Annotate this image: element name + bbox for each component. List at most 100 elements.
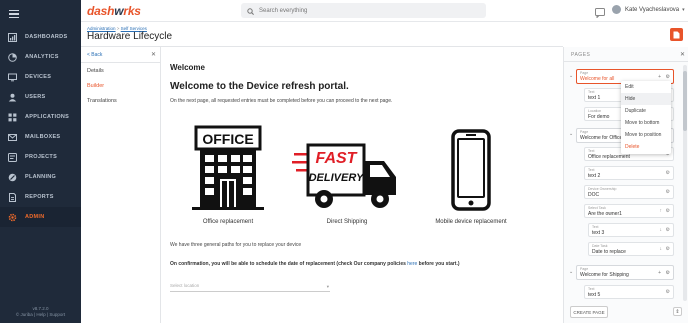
gear-icon[interactable]: ⚙ <box>666 270 670 276</box>
menu-item-hide[interactable]: Hide <box>621 93 671 105</box>
menu-item-move-position[interactable]: Move to position <box>621 129 671 141</box>
nav-item-planning[interactable]: PLANNING <box>0 167 81 187</box>
office-sign-text: OFFICE <box>202 131 253 147</box>
nav-footer: v8.7.2.0 © Juriba | Help | Support <box>0 306 81 318</box>
field-value: For demo <box>588 114 610 120</box>
arrow-down-icon[interactable]: ↓ <box>660 227 663 233</box>
nav-label: PROJECTS <box>25 154 58 160</box>
close-icon[interactable]: ✕ <box>680 51 685 58</box>
planning-icon <box>8 173 17 182</box>
subnav-item-translations[interactable]: Translations <box>87 98 117 104</box>
dashworks-logo[interactable]: dashwrks <box>87 4 141 18</box>
panel-title: PAGES <box>571 52 591 58</box>
field-text[interactable]: Text text 2 ⚙ <box>584 166 674 180</box>
gear-icon[interactable]: ⚙ <box>666 208 670 214</box>
chevron-down-icon: ▾ <box>326 284 329 289</box>
delivery-truck-icon: FAST DELIVERY <box>292 143 396 208</box>
subnav-item-builder[interactable]: Builder <box>87 83 104 89</box>
scrollbar-thumb[interactable] <box>683 71 687 131</box>
page-item-welcome-shipping[interactable]: Page Welcome for Shipping + ⚙ <box>576 265 674 280</box>
field-label: Text <box>592 225 599 229</box>
arrow-up-icon[interactable]: ↑ <box>660 208 663 214</box>
arrow-down-icon[interactable]: ↓ <box>660 246 663 252</box>
main-nav: DASHBOARDS ANALYTICS DEVICES USERS APPLI… <box>0 0 81 323</box>
mobile-card: Mobile device replacement <box>416 125 526 225</box>
nav-item-analytics[interactable]: ANALYTICS <box>0 47 81 67</box>
add-icon[interactable]: + <box>658 270 661 276</box>
chevron-down-icon[interactable]: ⌄ <box>569 73 573 79</box>
menu-item-edit[interactable]: Edit <box>621 81 671 93</box>
confirmation-bold: On confirmation, you will be able to sch… <box>170 261 408 267</box>
search-placeholder: Search everything <box>259 7 308 14</box>
footer-links[interactable]: © Juriba | Help | Support <box>0 312 81 318</box>
gear-icon[interactable]: ⚙ <box>666 227 670 233</box>
gear-icon[interactable]: ⚙ <box>666 246 670 252</box>
field-label: Page <box>580 267 589 271</box>
document-action-button[interactable] <box>670 28 683 41</box>
nav-item-devices[interactable]: DEVICES <box>0 67 81 87</box>
nav-label: PLANNING <box>25 174 57 180</box>
nav-item-projects[interactable]: PROJECTS <box>0 147 81 167</box>
collapse-icon[interactable]: ⇕ <box>673 307 682 316</box>
location-select[interactable]: Select location ▾ <box>170 283 330 292</box>
chevron-down-icon[interactable]: ⌄ <box>569 269 573 275</box>
field-text[interactable]: Text text 3 ↓ ⚙ <box>588 223 674 237</box>
field-value: text 3 <box>592 230 605 236</box>
field-select-task[interactable]: Select Task Are the owner1 ↑ ⚙ <box>584 204 674 218</box>
office-card: OFFICE Office replacement <box>173 125 283 225</box>
menu-item-duplicate[interactable]: Duplicate <box>621 105 671 117</box>
panel-divider <box>564 61 688 62</box>
apps-icon <box>8 113 17 122</box>
subnav-item-details[interactable]: Details <box>87 68 104 74</box>
nav-item-users[interactable]: USERS <box>0 87 81 107</box>
mail-icon <box>8 133 17 142</box>
policy-link[interactable]: here <box>407 261 417 267</box>
menu-item-move-bottom[interactable]: Move to bottom <box>621 117 671 129</box>
nav-label: DEVICES <box>25 74 52 80</box>
search-icon <box>247 2 254 20</box>
gear-icon[interactable]: ⚙ <box>666 170 670 176</box>
add-icon[interactable]: + <box>658 74 661 80</box>
field-value: Are the owner1 <box>588 211 622 217</box>
chat-icon[interactable] <box>595 5 605 23</box>
field-text[interactable]: Text text 5 ⚙ <box>584 285 674 299</box>
confirmation-end: before you start.) <box>417 261 460 267</box>
nav-label: DASHBOARDS <box>25 34 68 40</box>
user-menu[interactable]: Kate Vyacheslavova ▾ <box>612 5 685 14</box>
nav-item-dashboards[interactable]: DASHBOARDS <box>0 27 81 47</box>
chevron-down-icon: ▾ <box>682 6 685 13</box>
field-value: text 2 <box>588 173 601 179</box>
field-date-task[interactable]: Date Task Date to replace ↓ ⚙ <box>588 242 674 256</box>
create-page-button[interactable]: CREATE PAGE <box>570 306 608 318</box>
chevron-down-icon[interactable]: ⌄ <box>569 131 573 137</box>
menu-icon[interactable] <box>9 10 19 18</box>
paths-text: We have three general paths for you to r… <box>170 242 302 248</box>
back-link[interactable]: < Back <box>87 52 102 58</box>
nav-label: ANALYTICS <box>25 54 59 60</box>
portal-heading: Welcome to the Device refresh portal. <box>170 81 349 92</box>
office-building-icon: OFFICE <box>192 125 264 210</box>
dashboard-icon <box>8 32 17 42</box>
field-value: text 1 <box>588 95 601 101</box>
page-name: Welcome for all <box>580 76 615 82</box>
field-label: Text <box>588 287 595 291</box>
nav-item-admin[interactable]: ADMIN <box>0 207 81 227</box>
gear-icon[interactable]: ⚙ <box>666 189 670 195</box>
search-bar[interactable]: Search everything <box>241 3 486 18</box>
field-device-ownership[interactable]: Device Ownership DOC ⚙ <box>584 185 674 199</box>
field-label: Text <box>588 149 595 153</box>
fast-text: FAST <box>316 150 358 167</box>
builder-subnav: < Back ✕ Details Builder Translations <box>81 47 161 323</box>
gear-icon[interactable]: ⚙ <box>666 289 670 295</box>
nav-item-mailboxes[interactable]: MAILBOXES <box>0 127 81 147</box>
panel-scrollbar[interactable] <box>683 65 687 301</box>
gear-icon[interactable]: ⚙ <box>666 74 670 80</box>
menu-item-delete[interactable]: Delete <box>621 141 671 153</box>
nav-item-reports[interactable]: REPORTS <box>0 187 81 207</box>
close-icon[interactable]: ✕ <box>151 51 156 58</box>
confirmation-text: On confirmation, you will be able to sch… <box>170 261 460 267</box>
nav-label: APPLICATIONS <box>25 114 70 120</box>
field-value: Date to replace <box>592 249 626 255</box>
field-value: Office replacement <box>588 154 630 160</box>
nav-item-applications[interactable]: APPLICATIONS <box>0 107 81 127</box>
